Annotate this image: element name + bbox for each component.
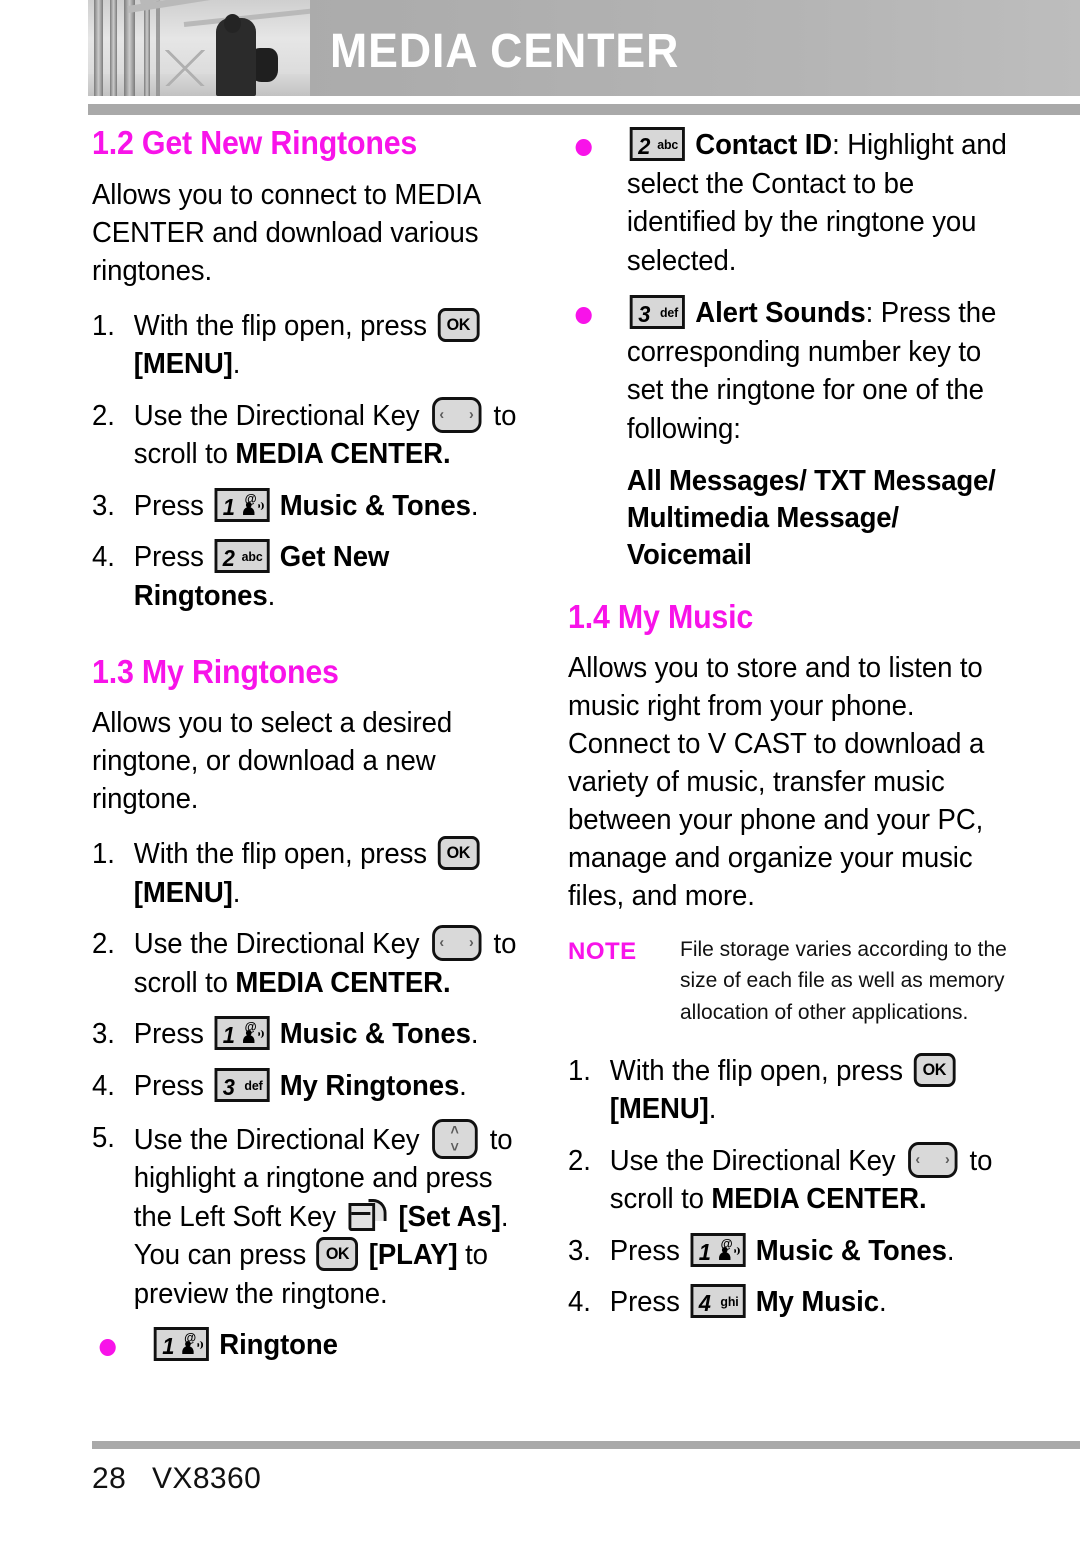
key-3-icon: 3 def [214,1067,270,1102]
step-number: 4. [92,541,115,574]
step-1-2-2: 2. Use the Directional Key ‹ › to scroll t… [92,396,520,474]
note-text: File storage varies according to the siz… [680,938,1007,1024]
intro-1-4: Allows you to store and to listen to mus… [568,652,985,913]
my-music-label: My Music [755,1286,879,1319]
step-number: 5. [92,1121,115,1154]
ringtone-label: Ringtone [219,1329,338,1362]
dpad-vertical-icon: ˄ ˅ [431,1118,478,1159]
ok-key-icon: OK [316,1237,359,1272]
dpad-horizontal-icon: ‹ › [907,1141,958,1178]
right-column: 2 abc Contact ID: Highlight and select th… [568,126,1036,1335]
step-1-3-1: 1. With the flip open, press OK [MENU]. [92,835,520,912]
intro-1-2: Allows you to connect to MEDIA CENTER an… [92,178,480,287]
key-1-icon: 1 @ [214,487,270,522]
key-2-icon: 2 abc [629,127,685,161]
bullet-dot-icon [575,307,592,325]
step-number: 2. [92,399,115,432]
step-number: 1. [568,1054,591,1087]
step-text: Use the Directional Key [133,1123,420,1156]
step-text: With the flip open, press [133,309,427,342]
step-1-3-4: 4. Press 3 def My Ringtones. [92,1067,520,1106]
step-1-3-3: 3. Press 1 @ Music & Tones. [92,1015,520,1054]
key-2-icon: 2 abc [214,539,270,574]
intro-1-3: Allows you to select a desired ringtone,… [92,707,453,816]
page-number: 28 [92,1462,127,1495]
step-text: Use the Directional Key [133,399,420,432]
step-1-2-3: 3. Press 1 @ Music & Tones. [92,487,520,526]
ok-key-icon: OK [437,307,480,342]
left-column: 1.2 Get New Ringtones Allows you to conn… [92,124,542,1379]
ok-key-icon: OK [437,836,480,871]
step-text: Press [609,1286,680,1319]
menu-label: [MENU] [133,348,233,381]
alert-sounds-label: Alert Sounds [695,297,866,330]
step-text: Use the Directional Key [609,1144,896,1177]
bullet-dot-icon [575,139,592,156]
heading-1-3: 1.3 My Ringtones [92,652,339,690]
ok-key-icon: OK [913,1052,956,1087]
key-1-icon: 1 @ [214,1016,270,1051]
step-number: 3. [568,1234,591,1267]
model-name: VX8360 [152,1462,262,1495]
dpad-horizontal-icon: ‹ › [431,925,482,962]
bullet-dot-icon [99,1339,116,1357]
step-1-4-1: 1. With the flip open, press OK [MENU]. [568,1052,1013,1129]
music-tones-label: Music & Tones [755,1234,947,1267]
header-divider [88,104,1080,115]
step-text: With the flip open, press [609,1054,903,1087]
bullet-ringtone: 1 @ Ringtone [92,1326,520,1365]
step-1-4-2: 2. Use the Directional Key ‹ › to scroll t… [568,1141,1013,1219]
key-1-icon: 1 @ [690,1232,746,1267]
step-text: Press [133,489,204,522]
set-as-label: [Set As] [398,1200,501,1233]
menu-label: [MENU] [609,1093,709,1126]
dpad-horizontal-icon: ‹ › [431,396,482,433]
step-text: With the flip open, press [133,838,427,871]
header-photo [88,0,310,96]
page-title: MEDIA CENTER [330,25,680,78]
my-ringtones-label: My Ringtones [279,1069,460,1102]
step-number: 4. [568,1286,591,1319]
media-center-label: MEDIA CENTER. [235,438,451,471]
note-block: NOTE File storage varies according to th… [568,934,1036,1027]
left-soft-key-icon [348,1198,387,1235]
step-number: 4. [92,1069,115,1102]
step-number: 3. [92,489,115,522]
step-text: Press [133,541,204,574]
step-1-3-5: 5. Use the Directional Key ˄ ˅ to highligh… [92,1118,520,1314]
media-center-label: MEDIA CENTER. [235,966,451,999]
step-text: Use the Directional Key [133,928,420,961]
media-center-label: MEDIA CENTER. [711,1183,927,1216]
step-number: 3. [92,1018,115,1051]
step-1-2-4: 4. Press 2 abc Get New Ringtones. [92,538,520,615]
note-label: NOTE [568,938,637,966]
page-footer: 28 VX8360 [92,1462,261,1496]
key-3-icon: 3 def [629,295,685,330]
contact-id-label: Contact ID [695,129,833,161]
step-number: 1. [92,838,115,871]
step-1-2-1: 1. With the flip open, press OK [MENU]. [92,307,520,384]
step-1-4-3: 3. Press 1 @ Music & Tones. [568,1232,1013,1271]
music-tones-label: Music & Tones [279,489,471,522]
page-header: MEDIA CENTER [0,0,1080,118]
step-1-3-2: 2. Use the Directional Key ‹ › to scroll t… [92,925,520,1002]
music-tones-label: Music & Tones [279,1018,471,1051]
step-number: 2. [92,928,115,961]
alert-sound-options: All Messages/ TXT Message/ Multimedia Me… [626,464,996,571]
play-label: [PLAY] [368,1239,458,1272]
key-4-icon: 4 ghi [690,1284,746,1319]
step-number: 1. [92,309,115,342]
key-1-icon: 1 @ [153,1327,209,1362]
step-number: 2. [568,1144,591,1177]
step-text: Press [609,1234,680,1267]
heading-1-4: 1.4 My Music [568,597,754,635]
bullet-alert-sounds: 3 def Alert Sounds: Press the correspondi… [568,294,1013,448]
step-text: Press [133,1018,204,1051]
bullet-contact-id: 2 abc Contact ID: Highlight and select th… [568,126,1013,280]
menu-label: [MENU] [133,876,233,909]
heading-1-2: 1.2 Get New Ringtones [92,124,418,161]
step-text: Press [133,1069,204,1102]
footer-divider [92,1441,1080,1449]
step-1-4-4: 4. Press 4 ghi My Music. [568,1283,1013,1322]
